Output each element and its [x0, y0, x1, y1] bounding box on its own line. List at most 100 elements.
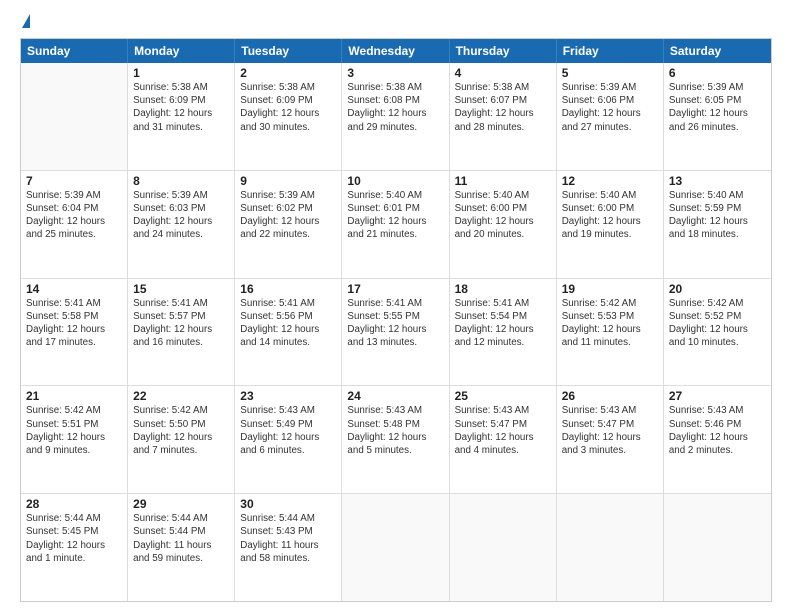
- cell-info: Sunrise: 5:41 AM Sunset: 5:54 PM Dayligh…: [455, 297, 551, 350]
- calendar-cell: [342, 494, 449, 601]
- calendar-row-3: 21Sunrise: 5:42 AM Sunset: 5:51 PM Dayli…: [21, 386, 771, 494]
- cell-info: Sunrise: 5:44 AM Sunset: 5:44 PM Dayligh…: [133, 512, 229, 565]
- day-number: 6: [669, 66, 766, 80]
- day-number: 13: [669, 174, 766, 188]
- cell-info: Sunrise: 5:42 AM Sunset: 5:51 PM Dayligh…: [26, 404, 122, 457]
- calendar-row-2: 14Sunrise: 5:41 AM Sunset: 5:58 PM Dayli…: [21, 279, 771, 387]
- day-number: 29: [133, 497, 229, 511]
- day-of-week-sunday: Sunday: [21, 39, 128, 63]
- cell-info: Sunrise: 5:38 AM Sunset: 6:08 PM Dayligh…: [347, 81, 443, 134]
- calendar-cell: [664, 494, 771, 601]
- calendar-cell: 4Sunrise: 5:38 AM Sunset: 6:07 PM Daylig…: [450, 63, 557, 170]
- calendar-cell: 10Sunrise: 5:40 AM Sunset: 6:01 PM Dayli…: [342, 171, 449, 278]
- cell-info: Sunrise: 5:43 AM Sunset: 5:48 PM Dayligh…: [347, 404, 443, 457]
- calendar-cell: 12Sunrise: 5:40 AM Sunset: 6:00 PM Dayli…: [557, 171, 664, 278]
- calendar-cell: 24Sunrise: 5:43 AM Sunset: 5:48 PM Dayli…: [342, 386, 449, 493]
- cell-info: Sunrise: 5:43 AM Sunset: 5:49 PM Dayligh…: [240, 404, 336, 457]
- day-number: 30: [240, 497, 336, 511]
- calendar-cell: [450, 494, 557, 601]
- header: [20, 18, 772, 28]
- calendar-cell: 8Sunrise: 5:39 AM Sunset: 6:03 PM Daylig…: [128, 171, 235, 278]
- calendar-cell: 18Sunrise: 5:41 AM Sunset: 5:54 PM Dayli…: [450, 279, 557, 386]
- day-number: 28: [26, 497, 122, 511]
- day-number: 23: [240, 389, 336, 403]
- logo-triangle-icon: [22, 14, 30, 28]
- day-number: 9: [240, 174, 336, 188]
- calendar-cell: 14Sunrise: 5:41 AM Sunset: 5:58 PM Dayli…: [21, 279, 128, 386]
- day-number: 11: [455, 174, 551, 188]
- cell-info: Sunrise: 5:43 AM Sunset: 5:47 PM Dayligh…: [562, 404, 658, 457]
- day-number: 1: [133, 66, 229, 80]
- page: SundayMondayTuesdayWednesdayThursdayFrid…: [0, 0, 792, 612]
- day-number: 18: [455, 282, 551, 296]
- day-number: 22: [133, 389, 229, 403]
- day-number: 2: [240, 66, 336, 80]
- calendar-row-4: 28Sunrise: 5:44 AM Sunset: 5:45 PM Dayli…: [21, 494, 771, 601]
- calendar-row-0: 1Sunrise: 5:38 AM Sunset: 6:09 PM Daylig…: [21, 63, 771, 171]
- day-number: 17: [347, 282, 443, 296]
- day-number: 3: [347, 66, 443, 80]
- calendar-cell: 17Sunrise: 5:41 AM Sunset: 5:55 PM Dayli…: [342, 279, 449, 386]
- calendar-cell: 25Sunrise: 5:43 AM Sunset: 5:47 PM Dayli…: [450, 386, 557, 493]
- cell-info: Sunrise: 5:40 AM Sunset: 5:59 PM Dayligh…: [669, 189, 766, 242]
- cell-info: Sunrise: 5:38 AM Sunset: 6:09 PM Dayligh…: [133, 81, 229, 134]
- calendar-cell: 2Sunrise: 5:38 AM Sunset: 6:09 PM Daylig…: [235, 63, 342, 170]
- calendar-cell: 11Sunrise: 5:40 AM Sunset: 6:00 PM Dayli…: [450, 171, 557, 278]
- cell-info: Sunrise: 5:40 AM Sunset: 6:01 PM Dayligh…: [347, 189, 443, 242]
- cell-info: Sunrise: 5:38 AM Sunset: 6:07 PM Dayligh…: [455, 81, 551, 134]
- calendar-cell: [557, 494, 664, 601]
- cell-info: Sunrise: 5:44 AM Sunset: 5:43 PM Dayligh…: [240, 512, 336, 565]
- day-of-week-friday: Friday: [557, 39, 664, 63]
- day-of-week-saturday: Saturday: [664, 39, 771, 63]
- calendar-row-1: 7Sunrise: 5:39 AM Sunset: 6:04 PM Daylig…: [21, 171, 771, 279]
- calendar-cell: 3Sunrise: 5:38 AM Sunset: 6:08 PM Daylig…: [342, 63, 449, 170]
- cell-info: Sunrise: 5:41 AM Sunset: 5:58 PM Dayligh…: [26, 297, 122, 350]
- day-number: 7: [26, 174, 122, 188]
- day-number: 19: [562, 282, 658, 296]
- calendar-cell: [21, 63, 128, 170]
- day-number: 15: [133, 282, 229, 296]
- calendar-cell: 20Sunrise: 5:42 AM Sunset: 5:52 PM Dayli…: [664, 279, 771, 386]
- calendar-cell: 29Sunrise: 5:44 AM Sunset: 5:44 PM Dayli…: [128, 494, 235, 601]
- cell-info: Sunrise: 5:39 AM Sunset: 6:06 PM Dayligh…: [562, 81, 658, 134]
- cell-info: Sunrise: 5:38 AM Sunset: 6:09 PM Dayligh…: [240, 81, 336, 134]
- calendar-cell: 15Sunrise: 5:41 AM Sunset: 5:57 PM Dayli…: [128, 279, 235, 386]
- cell-info: Sunrise: 5:39 AM Sunset: 6:02 PM Dayligh…: [240, 189, 336, 242]
- day-number: 10: [347, 174, 443, 188]
- calendar-header: SundayMondayTuesdayWednesdayThursdayFrid…: [21, 39, 771, 63]
- calendar-cell: 19Sunrise: 5:42 AM Sunset: 5:53 PM Dayli…: [557, 279, 664, 386]
- calendar-cell: 6Sunrise: 5:39 AM Sunset: 6:05 PM Daylig…: [664, 63, 771, 170]
- cell-info: Sunrise: 5:44 AM Sunset: 5:45 PM Dayligh…: [26, 512, 122, 565]
- cell-info: Sunrise: 5:41 AM Sunset: 5:57 PM Dayligh…: [133, 297, 229, 350]
- calendar-cell: 23Sunrise: 5:43 AM Sunset: 5:49 PM Dayli…: [235, 386, 342, 493]
- day-number: 4: [455, 66, 551, 80]
- cell-info: Sunrise: 5:39 AM Sunset: 6:03 PM Dayligh…: [133, 189, 229, 242]
- calendar-cell: 9Sunrise: 5:39 AM Sunset: 6:02 PM Daylig…: [235, 171, 342, 278]
- cell-info: Sunrise: 5:40 AM Sunset: 6:00 PM Dayligh…: [562, 189, 658, 242]
- calendar-cell: 28Sunrise: 5:44 AM Sunset: 5:45 PM Dayli…: [21, 494, 128, 601]
- day-number: 16: [240, 282, 336, 296]
- day-of-week-monday: Monday: [128, 39, 235, 63]
- cell-info: Sunrise: 5:41 AM Sunset: 5:55 PM Dayligh…: [347, 297, 443, 350]
- cell-info: Sunrise: 5:42 AM Sunset: 5:50 PM Dayligh…: [133, 404, 229, 457]
- cell-info: Sunrise: 5:39 AM Sunset: 6:04 PM Dayligh…: [26, 189, 122, 242]
- cell-info: Sunrise: 5:42 AM Sunset: 5:53 PM Dayligh…: [562, 297, 658, 350]
- day-number: 20: [669, 282, 766, 296]
- calendar-cell: 13Sunrise: 5:40 AM Sunset: 5:59 PM Dayli…: [664, 171, 771, 278]
- calendar-cell: 30Sunrise: 5:44 AM Sunset: 5:43 PM Dayli…: [235, 494, 342, 601]
- calendar-cell: 22Sunrise: 5:42 AM Sunset: 5:50 PM Dayli…: [128, 386, 235, 493]
- day-number: 24: [347, 389, 443, 403]
- day-number: 25: [455, 389, 551, 403]
- cell-info: Sunrise: 5:41 AM Sunset: 5:56 PM Dayligh…: [240, 297, 336, 350]
- day-of-week-wednesday: Wednesday: [342, 39, 449, 63]
- day-number: 26: [562, 389, 658, 403]
- cell-info: Sunrise: 5:42 AM Sunset: 5:52 PM Dayligh…: [669, 297, 766, 350]
- calendar-cell: 27Sunrise: 5:43 AM Sunset: 5:46 PM Dayli…: [664, 386, 771, 493]
- calendar-cell: 5Sunrise: 5:39 AM Sunset: 6:06 PM Daylig…: [557, 63, 664, 170]
- logo: [20, 18, 30, 28]
- day-number: 12: [562, 174, 658, 188]
- calendar-cell: 1Sunrise: 5:38 AM Sunset: 6:09 PM Daylig…: [128, 63, 235, 170]
- calendar-cell: 26Sunrise: 5:43 AM Sunset: 5:47 PM Dayli…: [557, 386, 664, 493]
- day-of-week-thursday: Thursday: [450, 39, 557, 63]
- cell-info: Sunrise: 5:39 AM Sunset: 6:05 PM Dayligh…: [669, 81, 766, 134]
